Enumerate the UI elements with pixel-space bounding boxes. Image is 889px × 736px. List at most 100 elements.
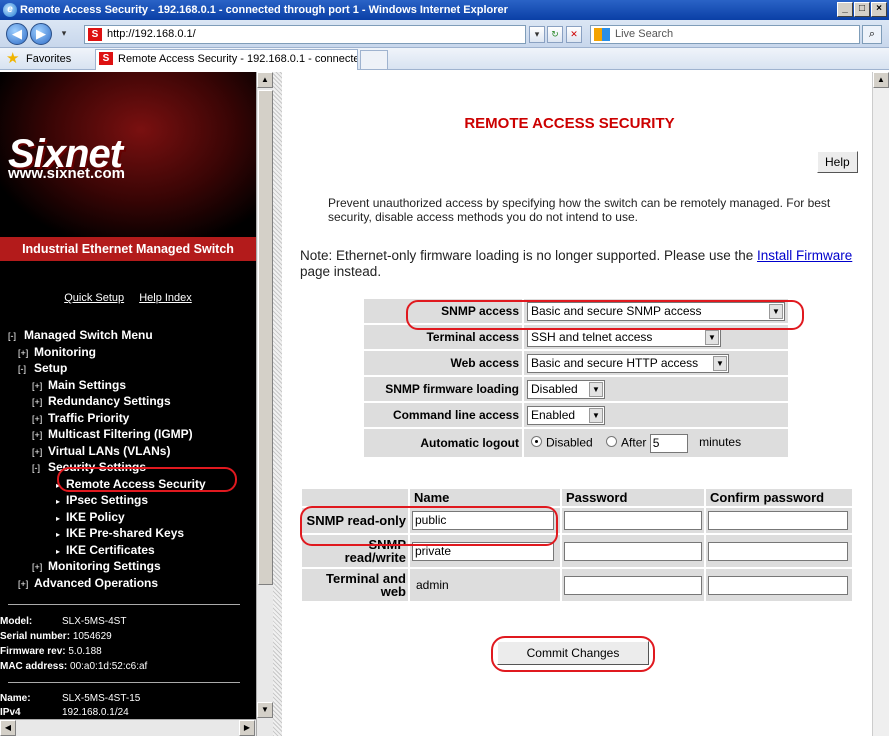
name-label: Name: xyxy=(0,693,31,704)
menu-item[interactable]: [+] Advanced Operations xyxy=(8,576,206,593)
scroll-up-icon[interactable]: ▲ xyxy=(257,72,273,88)
menu-item[interactable]: [-] Managed Switch Menu xyxy=(8,328,206,345)
help-index-link[interactable]: Help Index xyxy=(139,292,192,304)
new-tab-button[interactable] xyxy=(360,50,388,70)
help-button[interactable]: Help xyxy=(817,151,858,173)
scroll-thumb[interactable] xyxy=(258,90,273,585)
menu-item[interactable]: [+] Main Settings xyxy=(8,378,206,395)
snmp-read-write-confirm-input[interactable] xyxy=(708,541,848,561)
expand-toggle-icon[interactable]: [+] xyxy=(32,395,48,411)
menu-item[interactable]: [+] Monitoring Settings xyxy=(8,559,206,576)
menu-item[interactable]: [+] Multicast Filtering (IGMP) xyxy=(8,427,206,444)
bullet-arrow-icon: ▸ xyxy=(56,497,61,506)
frame-separator[interactable] xyxy=(273,72,282,736)
commit-changes-button[interactable]: Commit Changes xyxy=(497,641,649,665)
scroll-up-icon[interactable]: ▲ xyxy=(873,72,889,88)
expand-toggle-icon[interactable]: [-] xyxy=(8,329,24,345)
automatic-logout-label: Automatic logout xyxy=(364,429,522,457)
stop-icon[interactable]: ✕ xyxy=(566,26,582,43)
expand-toggle-icon[interactable]: [+] xyxy=(32,379,48,395)
website-link[interactable]: www.sixnet.com xyxy=(8,165,125,182)
snmp-read-only-password-input[interactable] xyxy=(564,511,702,530)
intro-text: Prevent unauthorized access by specifyin… xyxy=(328,196,831,224)
scroll-left-icon[interactable]: ◀ xyxy=(0,720,16,736)
expand-toggle-icon[interactable]: [-] xyxy=(18,362,34,378)
scroll-right-icon[interactable]: ▶ xyxy=(239,720,255,736)
expand-toggle-icon[interactable]: [+] xyxy=(32,412,48,428)
logout-after-radio[interactable] xyxy=(606,436,618,448)
search-input[interactable]: Live Search xyxy=(590,25,860,44)
menu-item[interactable]: [+] Traffic Priority xyxy=(8,411,206,428)
logout-after-label: After xyxy=(621,435,647,450)
web-access-select[interactable]: Basic and secure HTTP access ▼ xyxy=(527,353,729,373)
menu-item[interactable]: ▸ IPsec Settings xyxy=(8,493,206,510)
snmp-firmware-loading-value: Disabled xyxy=(531,381,578,396)
menu-item-label: IKE Policy xyxy=(66,509,125,524)
expand-toggle-icon[interactable]: [+] xyxy=(32,428,48,444)
terminal-and-web-confirm-input[interactable] xyxy=(708,575,848,595)
left-vertical-scrollbar[interactable]: ▲ ▼ xyxy=(256,72,273,736)
chevron-down-icon: ▼ xyxy=(589,407,603,423)
expand-toggle-icon[interactable]: [+] xyxy=(18,577,34,593)
search-icon[interactable]: ⌕ xyxy=(862,25,882,44)
divider xyxy=(8,682,240,683)
expand-toggle-icon[interactable]: [+] xyxy=(18,346,34,362)
snmp-access-value: Basic and secure SNMP access xyxy=(531,303,702,318)
snmp-read-only-confirm-input[interactable] xyxy=(708,511,848,530)
window-title-bar: e Remote Access Security - 192.168.0.1 -… xyxy=(0,0,889,20)
history-dropdown-icon[interactable]: ▾ xyxy=(56,26,72,43)
terminal-access-label: Terminal access xyxy=(364,325,522,349)
quick-setup-link[interactable]: Quick Setup xyxy=(64,292,124,304)
forward-button[interactable]: ▶ xyxy=(30,23,52,45)
menu-item[interactable]: [+] Monitoring xyxy=(8,345,206,362)
snmp-read-write-password-input[interactable] xyxy=(564,541,702,561)
minimize-button[interactable]: _ xyxy=(837,2,853,17)
expand-toggle-icon[interactable]: [+] xyxy=(32,445,48,461)
tab-favicon-icon: S xyxy=(99,52,113,65)
favorites-button[interactable]: ★ Favorites xyxy=(6,51,71,67)
menu-item[interactable]: [+] Virtual LANs (VLANs) xyxy=(8,444,206,461)
menu-item[interactable]: ▸ IKE Certificates xyxy=(8,543,206,560)
snmp-firmware-loading-select[interactable]: Disabled ▼ xyxy=(527,379,605,399)
bullet-arrow-icon: ▸ xyxy=(56,480,61,490)
browser-tab[interactable]: S Remote Access Security - 192.168.0.1 -… xyxy=(95,49,358,70)
address-dropdown-button[interactable]: ▾ xyxy=(529,26,545,43)
command-line-access-select[interactable]: Enabled ▼ xyxy=(527,405,605,425)
menu-item[interactable]: [-] Setup xyxy=(8,361,206,378)
snmp-read-write-name-input[interactable]: private xyxy=(412,541,554,561)
close-button[interactable]: × xyxy=(871,2,887,17)
install-firmware-link[interactable]: Install Firmware xyxy=(757,248,852,263)
main-vertical-scrollbar[interactable]: ▲ xyxy=(872,72,889,736)
ie-logo-icon: e xyxy=(3,3,17,17)
snmp-access-select[interactable]: Basic and secure SNMP access ▼ xyxy=(527,301,785,321)
menu-item[interactable]: ▸ IKE Pre-shared Keys xyxy=(8,526,206,543)
terminal-access-select[interactable]: SSH and telnet access ▼ xyxy=(527,327,721,347)
scroll-down-icon[interactable]: ▼ xyxy=(257,702,273,718)
menu-item-label: IPsec Settings xyxy=(66,493,149,507)
web-access-label: Web access xyxy=(364,351,522,375)
note-prefix: Note: Ethernet-only firmware loading is … xyxy=(300,248,758,263)
terminal-and-web-label: Terminal and web xyxy=(302,569,408,601)
address-bar[interactable]: S http://192.168.0.1/ xyxy=(84,25,526,44)
page-title: REMOTE ACCESS SECURITY xyxy=(464,115,675,132)
expand-toggle-icon[interactable]: [-] xyxy=(32,461,48,477)
refresh-icon[interactable]: ↻ xyxy=(547,26,563,43)
menu-item-label: IKE Pre-shared Keys xyxy=(66,526,185,540)
divider xyxy=(8,604,240,605)
menu-item[interactable]: [+] Redundancy Settings xyxy=(8,394,206,411)
menu-item[interactable]: ▸ Remote Access Security xyxy=(8,477,206,494)
menu-item[interactable]: [-] Security Settings xyxy=(8,460,206,477)
snmp-access-label: SNMP access xyxy=(364,299,522,323)
left-horizontal-scrollbar[interactable]: ◀ ▶ xyxy=(0,719,256,736)
snmp-read-only-name-input[interactable]: public xyxy=(412,511,554,530)
logout-disabled-radio[interactable] xyxy=(531,436,542,448)
serial-label: Serial number: xyxy=(0,631,71,642)
menu-item[interactable]: ▸ IKE Policy xyxy=(8,510,206,527)
expand-toggle-icon[interactable]: [+] xyxy=(32,560,48,576)
maximize-button[interactable]: □ xyxy=(854,2,870,17)
back-button[interactable]: ◀ xyxy=(6,23,28,45)
table-row: SNMP read/write private xyxy=(302,535,852,567)
ipv4-label: IPv4 xyxy=(0,707,21,718)
terminal-and-web-password-input[interactable] xyxy=(564,575,702,595)
logout-minutes-input[interactable]: 5 xyxy=(649,433,688,453)
